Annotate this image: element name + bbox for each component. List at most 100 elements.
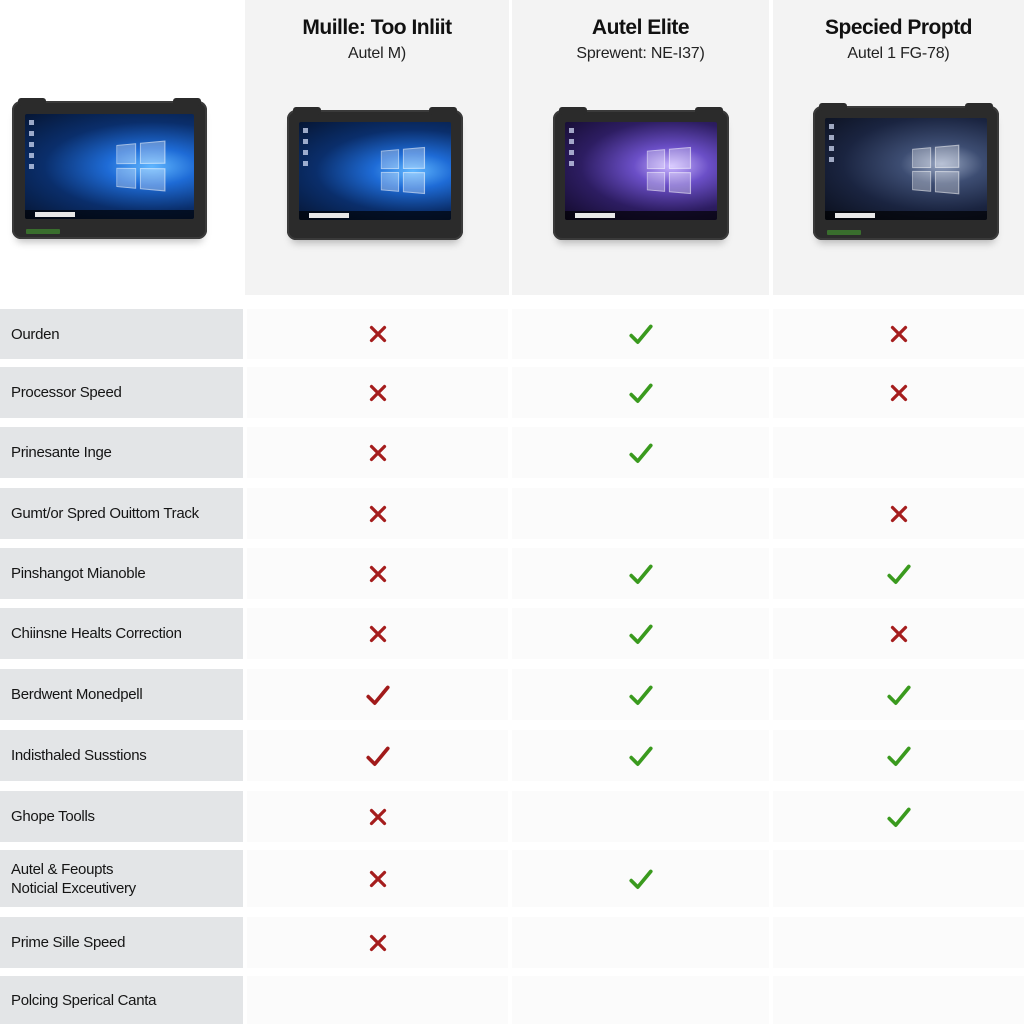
table-row: Prime Sille Speed [0,917,1024,968]
tablet-image [287,107,463,240]
cross-icon [886,621,912,647]
feature-cell-product-3 [773,791,1024,842]
feature-cell-product-3 [773,427,1024,478]
table-row: Prinesante Inge [0,427,1024,478]
check-icon [886,804,912,830]
table-row: Berdwent Monedpell [0,669,1024,720]
tablet-screen [299,122,451,220]
cross-icon [365,866,391,892]
feature-cell-product-1 [247,976,508,1024]
cross-icon [365,501,391,527]
table-row: Polcing Sperical Canta [0,976,1024,1024]
feature-cell-product-3 [773,917,1024,968]
product-subtitle: Autel 1 FG-78) [847,45,950,62]
feature-cell-product-2 [512,309,769,359]
product-column-3: Specied Proptd Autel 1 FG-78) [773,0,1024,295]
table-row: Indisthaled Susstions [0,730,1024,781]
check-icon [886,561,912,587]
product-subtitle: Sprewent: NE-I37) [576,45,705,62]
product-title: Muille: Too Inliit [302,16,452,39]
feature-cell-product-2 [512,488,769,539]
cross-icon [365,930,391,956]
featured-device-panel [0,0,244,295]
check-icon [886,682,912,708]
feature-label: Pinshangot Mianoble [0,548,243,599]
cross-icon [365,380,391,406]
check-icon [628,743,654,769]
cross-icon [365,321,391,347]
cross-icon [365,621,391,647]
feature-label: Prinesante Inge [0,427,243,478]
feature-label: Indisthaled Susstions [0,730,243,781]
feature-cell-product-2 [512,791,769,842]
check-icon [628,866,654,892]
check-icon [365,682,391,708]
feature-cell-product-3 [773,730,1024,781]
feature-cell-product-1 [247,850,508,907]
check-icon [628,380,654,406]
check-icon [628,621,654,647]
feature-cell-product-1 [247,917,508,968]
feature-label: Chiinsne Healts Correction [0,608,243,659]
feature-cell-product-1 [247,367,508,418]
feature-label: Processor Speed [0,367,243,418]
feature-cell-product-3 [773,309,1024,359]
feature-cell-product-2 [512,669,769,720]
cross-icon [886,321,912,347]
tablet-screen [565,122,717,220]
check-icon [886,743,912,769]
cross-icon [886,380,912,406]
feature-cell-product-1 [247,608,508,659]
feature-cell-product-1 [247,669,508,720]
feature-cell-product-2 [512,850,769,907]
windows-logo-icon [646,147,691,195]
tablet-screen [825,118,987,220]
table-row: Ghope Toolls [0,791,1024,842]
tablet-image [12,98,207,239]
tablet-screen [25,114,194,219]
table-row: Chiinsne Healts Correction [0,608,1024,659]
feature-cell-product-3 [773,669,1024,720]
product-title: Autel Elite [591,16,690,39]
cross-icon [365,440,391,466]
product-column-2: Autel Elite Sprewent: NE-I37) [512,0,769,295]
check-icon [628,321,654,347]
cross-icon [886,501,912,527]
feature-label: Prime Sille Speed [0,917,243,968]
product-column-1: Muille: Too Inliit Autel M) [245,0,509,295]
tablet-image [813,103,999,240]
feature-cell-product-2 [512,917,769,968]
feature-cell-product-1 [247,730,508,781]
feature-cell-product-3 [773,850,1024,907]
feature-cell-product-3 [773,608,1024,659]
table-row: Ourden [0,309,1024,359]
feature-label: Berdwent Monedpell [0,669,243,720]
feature-label: Polcing Sperical Canta [0,976,243,1024]
windows-logo-icon [380,147,425,195]
cross-icon [365,561,391,587]
check-icon [628,440,654,466]
feature-cell-product-2 [512,976,769,1024]
feature-cell-product-3 [773,976,1024,1024]
table-row: Autel & Feoupts Noticial Exceutivery [0,850,1024,907]
feature-cell-product-1 [247,488,508,539]
product-subtitle: Autel M) [348,45,406,62]
product-title: Specied Proptd [824,16,973,39]
brand-logo [26,229,60,234]
feature-cell-product-2 [512,427,769,478]
tablet-image [553,107,729,240]
feature-label: Gumt/or Spred Ouittom Track [0,488,243,539]
feature-cell-product-1 [247,791,508,842]
feature-cell-product-2 [512,730,769,781]
windows-logo-icon [116,140,165,193]
check-icon [628,561,654,587]
feature-cell-product-3 [773,488,1024,539]
feature-cell-product-3 [773,367,1024,418]
feature-cell-product-1 [247,548,508,599]
feature-cell-product-2 [512,367,769,418]
feature-cell-product-1 [247,309,508,359]
check-icon [628,682,654,708]
table-row: Gumt/or Spred Ouittom Track [0,488,1024,539]
feature-label: Ghope Toolls [0,791,243,842]
feature-cell-product-2 [512,608,769,659]
